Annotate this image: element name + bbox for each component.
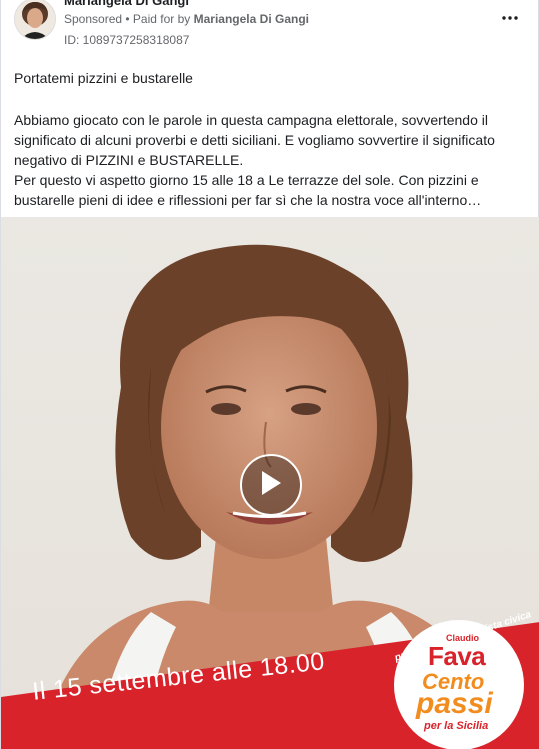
- post-headline: Portatemi pizzini e bustarelle: [14, 70, 193, 86]
- logo-per-la-sicilia: per la Sicilia: [424, 720, 489, 732]
- sponsored-label: Sponsored: [64, 12, 123, 26]
- play-icon: [262, 471, 281, 495]
- paid-for-prefix: • Paid for by: [122, 12, 194, 26]
- ad-id: ID: 1089737258318087: [64, 33, 190, 47]
- logo-passi: passi: [416, 687, 493, 720]
- party-logo: progressista ecologista civica Claudio F…: [393, 609, 532, 747]
- more-options-button[interactable]: [502, 8, 518, 26]
- paid-for-name[interactable]: Mariangela Di Gangi: [194, 12, 309, 26]
- ad-card: Mariangela Di Gangi Sponsored • Paid for…: [0, 0, 539, 749]
- avatar[interactable]: [14, 0, 56, 40]
- play-button[interactable]: [240, 454, 302, 516]
- video-player[interactable]: progressista ecologista civica Claudio F…: [1, 217, 539, 749]
- page-name[interactable]: Mariangela Di Gangi: [64, 0, 189, 8]
- logo-name-big: Fava: [428, 641, 486, 671]
- post-body: Abbiamo giocato con le parole in questa …: [14, 110, 524, 210]
- avatar-image: [15, 0, 55, 39]
- sponsored-meta: Sponsored • Paid for by Mariangela Di Ga…: [64, 12, 309, 26]
- post-paragraph-2: Per questo vi aspetto giorno 15 alle 18 …: [14, 172, 482, 208]
- post-paragraph-1: Abbiamo giocato con le parole in questa …: [14, 112, 495, 168]
- more-horizontal-icon: [502, 16, 518, 20]
